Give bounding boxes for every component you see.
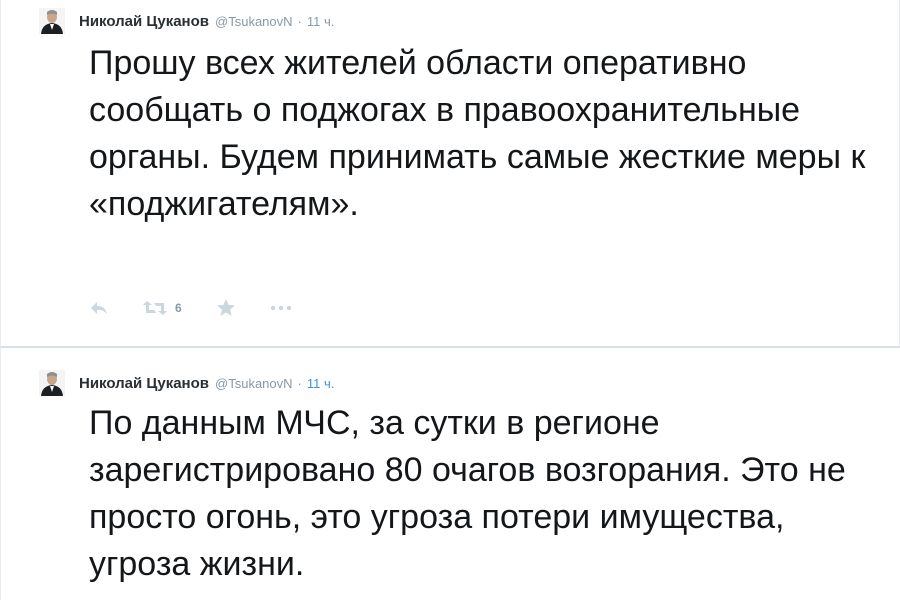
tweet-header: Николай Цуканов @TsukanovN · 11 ч. <box>39 370 334 396</box>
tweet-actions: 6 <box>89 296 326 320</box>
tweet-text: Прошу всех жителей области оперативно со… <box>89 44 866 223</box>
separator-dot: · <box>297 13 302 29</box>
tweet-text: По данным МЧС, за сутки в регионе зареги… <box>89 404 846 583</box>
tweet-timestamp[interactable]: 11 ч. <box>307 14 335 29</box>
star-icon <box>216 299 235 316</box>
separator-dot: · <box>297 375 302 391</box>
tweet-feed: Николай Цуканов @TsukanovN · 11 ч. Прошу… <box>0 0 900 600</box>
retweet-button[interactable]: 6 <box>143 300 182 316</box>
author-name[interactable]: Николай Цуканов <box>79 13 209 30</box>
reply-button[interactable] <box>89 300 109 316</box>
tweet[interactable]: Николай Цуканов @TsukanovN · 11 ч. По да… <box>0 346 900 600</box>
retweet-icon <box>143 301 167 315</box>
author-handle[interactable]: @TsukanovN <box>215 376 293 391</box>
author-name[interactable]: Николай Цуканов <box>79 375 209 392</box>
tweet-header: Николай Цуканов @TsukanovN · 11 ч. <box>39 8 334 34</box>
reply-icon <box>91 302 107 314</box>
more-button[interactable] <box>270 304 292 312</box>
author-handle[interactable]: @TsukanovN <box>215 14 293 29</box>
retweet-count: 6 <box>175 301 182 315</box>
tweet[interactable]: Николай Цуканов @TsukanovN · 11 ч. Прошу… <box>0 0 900 346</box>
tweet-timestamp[interactable]: 11 ч. <box>307 376 335 391</box>
avatar-photo-icon <box>39 8 65 34</box>
avatar-photo-icon <box>39 370 65 396</box>
more-dots-icon <box>270 305 291 311</box>
favorite-button[interactable] <box>216 299 236 317</box>
avatar[interactable] <box>39 370 65 396</box>
avatar[interactable] <box>39 8 65 34</box>
